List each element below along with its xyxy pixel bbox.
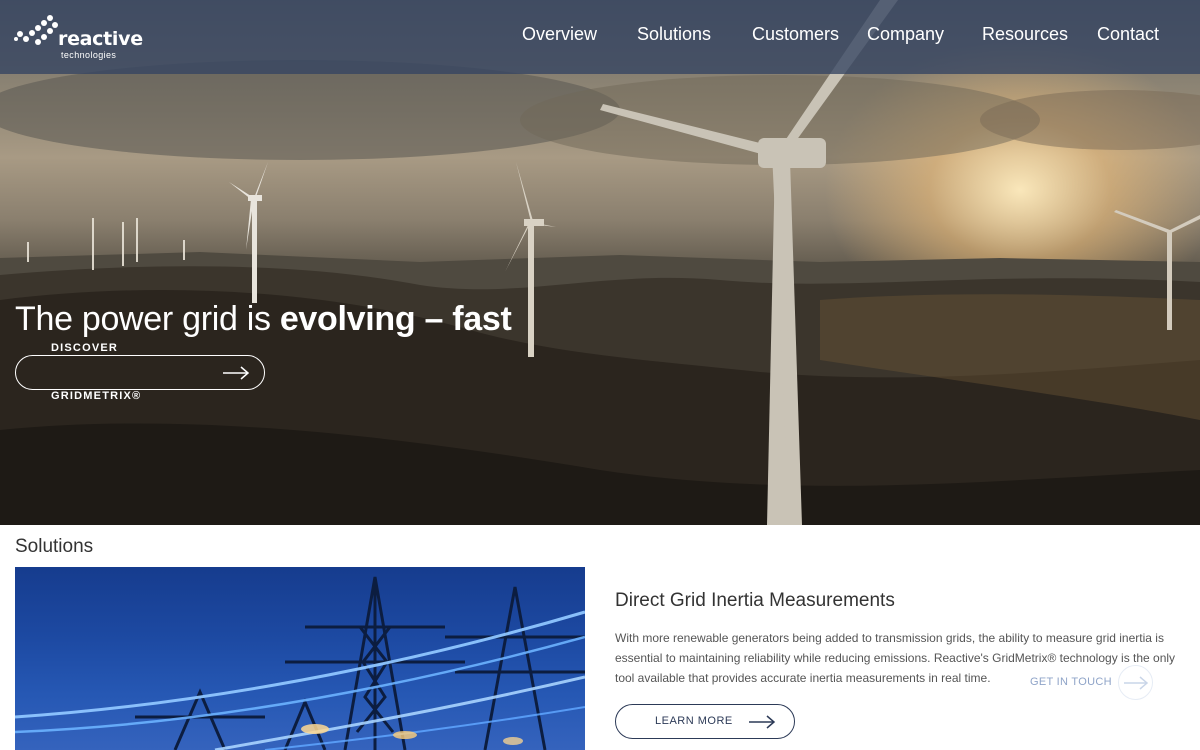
gridmetrix-label: GRIDMETRIX®: [51, 390, 142, 402]
transmission-tower-illustration: [15, 576, 585, 750]
discover-gridmetrix-button[interactable]: [15, 355, 265, 390]
nav-customers[interactable]: Customers: [752, 24, 839, 45]
headline-bold: evolving – fast: [279, 300, 512, 338]
logo-dots-icon: [14, 15, 58, 45]
learn-more-label: LEARN MORE: [655, 715, 733, 727]
top-navigation-bar: reactive technologies Overview Solutions…: [0, 0, 1200, 74]
get-in-touch-button[interactable]: GET IN TOUCH: [1030, 665, 1155, 700]
hero-banner: reactive technologies Overview Solutions…: [0, 0, 1200, 525]
discover-label: DISCOVER: [51, 342, 119, 354]
arrow-right-icon: [1124, 676, 1149, 690]
nav-company[interactable]: Company: [867, 24, 944, 45]
company-logo[interactable]: reactive technologies: [14, 14, 143, 62]
logo-wordmark: reactive: [58, 28, 143, 50]
learn-more-button[interactable]: LEARN MORE: [615, 704, 795, 739]
arrow-right-icon: [749, 715, 776, 729]
hero-headline: The power grid is evolving – fast: [15, 300, 512, 339]
arrow-right-icon: [223, 366, 250, 380]
nav-resources[interactable]: Resources: [982, 24, 1068, 45]
wind-farm-image: [0, 0, 1200, 525]
solutions-heading: Solutions: [15, 536, 94, 557]
logo-subtitle: technologies: [61, 50, 117, 60]
nav-solutions[interactable]: Solutions: [637, 24, 711, 45]
get-in-touch-label: GET IN TOUCH: [1030, 676, 1112, 688]
headline-regular: The power grid is: [15, 300, 280, 338]
power-lines-image: [15, 567, 585, 750]
nav-overview[interactable]: Overview: [522, 24, 597, 45]
nav-contact[interactable]: Contact: [1097, 24, 1159, 45]
solution-card-title: Direct Grid Inertia Measurements: [615, 590, 895, 611]
